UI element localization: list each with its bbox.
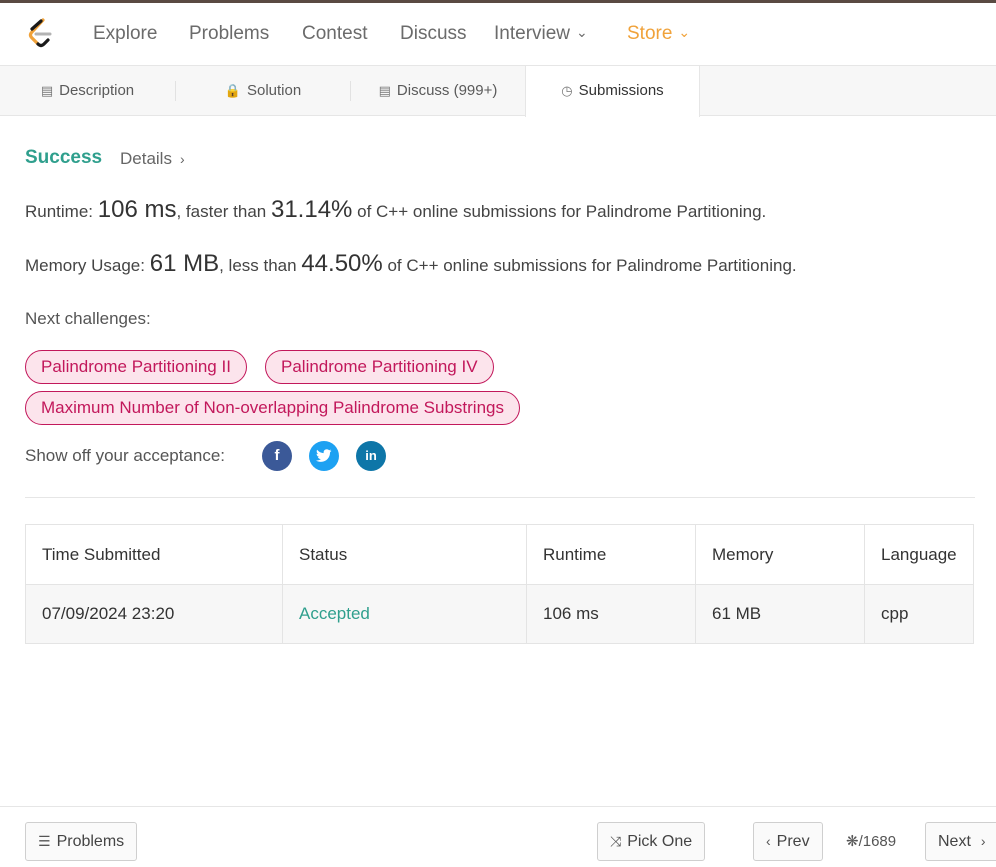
status-success: Success [25, 147, 103, 168]
chevron-left-icon: ‹ [766, 833, 771, 849]
tab-label: Discuss (999+) [396, 82, 498, 99]
cell-status-link[interactable]: Accepted [283, 585, 527, 643]
column-header[interactable]: Runtime [527, 525, 696, 584]
bug-icon[interactable]: ❋ [846, 833, 859, 850]
nav-discuss[interactable]: Discuss [400, 23, 467, 45]
submissions-table: Time Submitted Status Runtime Memory Lan… [25, 524, 974, 644]
facebook-icon[interactable]: f [262, 441, 292, 471]
tab-label: Solution [246, 82, 302, 99]
next-label: Next [938, 833, 971, 850]
clock-icon: ◷ [561, 83, 573, 98]
shuffle-icon: ⤨ [610, 833, 622, 849]
tab-submissions[interactable]: ◷ Submissions [525, 66, 700, 117]
nav-contest[interactable]: Contest [302, 23, 367, 45]
document-icon: ▤ [40, 83, 54, 98]
runtime-suffix: of C++ online submissions for Palindrome… [357, 202, 767, 221]
nav-problems[interactable]: Problems [189, 23, 269, 45]
table-header-row: Time Submitted Status Runtime Memory Lan… [26, 525, 973, 585]
nav-interview[interactable]: Interview ⌄ [494, 23, 588, 45]
column-header[interactable]: Status [283, 525, 527, 584]
counter-text: /1689 [858, 833, 897, 850]
memory-line: Memory Usage: 61 MB, less than 44.50% of… [25, 250, 797, 278]
tab-description[interactable]: ▤ Description [0, 66, 175, 116]
list-icon: ☰ [38, 833, 51, 849]
memory-value: 61 MB [149, 250, 220, 277]
footer-bar: ☰ Problems ⤨ Pick One ‹ Prev ❋/1689 Next › [0, 806, 996, 867]
comment-icon: ▤ [378, 83, 391, 98]
top-navbar: Explore Problems Contest Discuss Intervi… [0, 0, 996, 66]
nav-store-label: Store [627, 23, 673, 44]
leetcode-logo-icon[interactable] [26, 17, 56, 51]
pick-one-label: Pick One [627, 833, 693, 850]
column-header[interactable]: Language [865, 525, 973, 584]
runtime-percent: 31.14% [270, 196, 353, 223]
challenge-pill[interactable]: Palindrome Partitioning IV [265, 350, 494, 384]
cell-runtime: 106 ms [527, 585, 696, 643]
problems-label: Problems [56, 833, 125, 850]
pick-one-button[interactable]: ⤨ Pick One [597, 822, 706, 861]
prev-button[interactable]: ‹ Prev [753, 822, 823, 861]
problem-tabs: ▤ Description 🔒 Solution ▤ Discuss (999+) ◷… [0, 66, 996, 117]
chevron-right-icon: › [179, 151, 185, 167]
chevron-right-icon: › [980, 833, 986, 849]
twitter-icon[interactable] [309, 441, 339, 471]
runtime-label: Runtime: [25, 202, 94, 221]
details-label: Details [120, 149, 172, 168]
tab-discuss[interactable]: ▤ Discuss (999+) [351, 66, 525, 116]
challenge-pill[interactable]: Maximum Number of Non-overlapping Palind… [25, 391, 520, 425]
tab-solution[interactable]: 🔒 Solution [176, 66, 350, 116]
memory-suffix: of C++ online submissions for Palindrome… [387, 256, 797, 275]
memory-label: Memory Usage: [25, 256, 145, 275]
divider [25, 497, 975, 498]
memory-percent: 44.50% [301, 250, 383, 277]
column-header[interactable]: Memory [696, 525, 865, 584]
chevron-down-icon: ⌄ [678, 24, 691, 40]
details-link[interactable]: Details › [120, 149, 185, 169]
challenge-pill[interactable]: Palindrome Partitioning II [25, 350, 247, 384]
runtime-value: 106 ms [97, 196, 177, 223]
cell-time-submitted: 07/09/2024 23:20 [26, 585, 283, 643]
cell-language: cpp [881, 604, 909, 623]
tab-label: Description [59, 82, 135, 99]
nav-interview-label: Interview [494, 23, 571, 44]
result-header: Success Details › [25, 147, 185, 169]
tab-label: Submissions [578, 82, 664, 99]
lock-icon: 🔒 [224, 83, 241, 98]
memory-mid: , less than [219, 256, 297, 275]
cell-memory: 61 MB [696, 585, 865, 643]
problems-button[interactable]: ☰ Problems [25, 822, 138, 861]
prev-label: Prev [776, 833, 810, 850]
nav-store[interactable]: Store ⌄ [627, 23, 690, 45]
problem-counter: ❋/1689 [846, 832, 896, 850]
next-challenges-label: Next challenges: [25, 309, 151, 328]
table-row: 07/09/2024 23:20 Accepted 106 ms 61 MB c… [26, 585, 973, 643]
next-button[interactable]: Next › [925, 822, 996, 861]
runtime-line: Runtime: 106 ms, faster than 31.14% of C… [25, 196, 766, 224]
column-header[interactable]: Time Submitted [26, 525, 283, 584]
chevron-down-icon: ⌄ [576, 24, 588, 40]
runtime-mid: , faster than [176, 202, 267, 221]
linkedin-icon[interactable]: in [356, 441, 386, 471]
share-label: Show off your acceptance: [25, 446, 226, 465]
nav-explore[interactable]: Explore [93, 23, 157, 45]
